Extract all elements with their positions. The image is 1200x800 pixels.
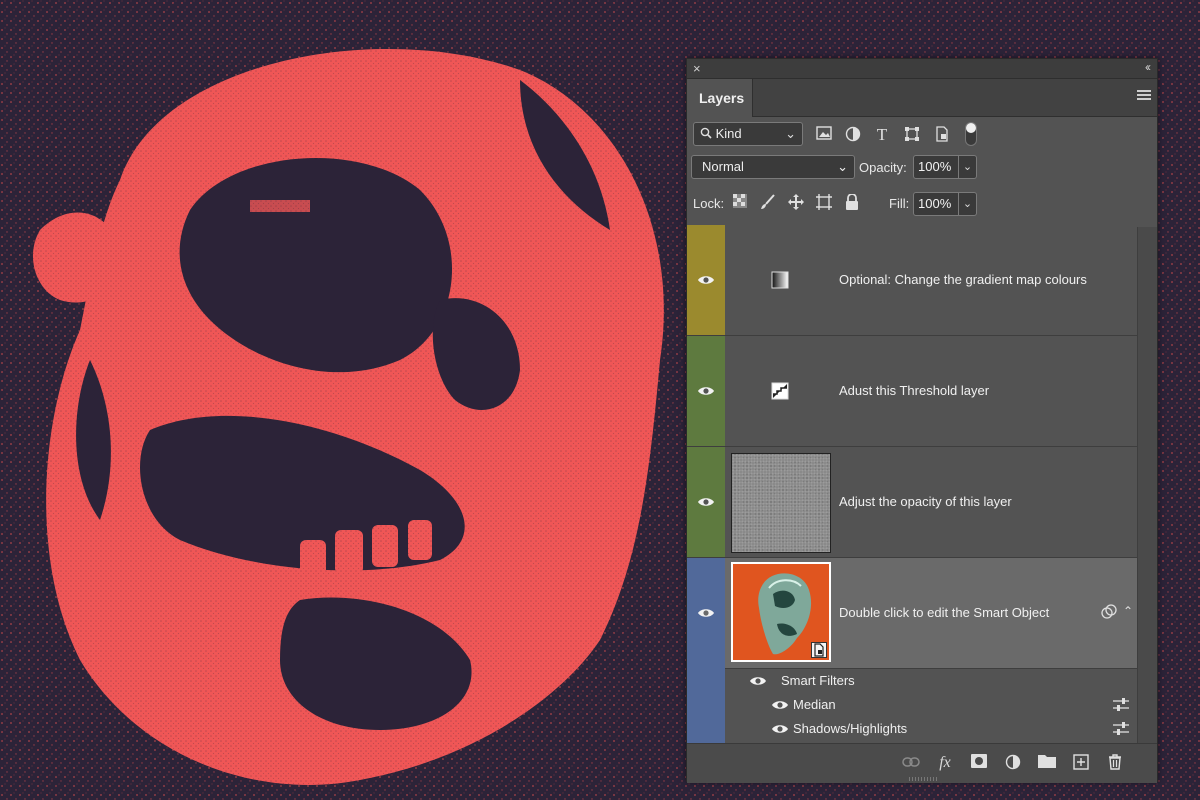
tab-layers[interactable]: Layers xyxy=(687,79,753,117)
blend-row: Normal ⌄ Opacity: 100% ⌄ xyxy=(687,155,1157,181)
fill-label: Fill: xyxy=(889,196,910,211)
layer-name: Optional: Change the gradient map colour… xyxy=(839,272,1087,287)
smart-filters-row[interactable]: Smart Filters xyxy=(725,669,1137,693)
collapse-icon[interactable]: ‹‹ xyxy=(1145,60,1151,74)
folder-icon[interactable] xyxy=(1037,754,1057,772)
lock-label: Lock: xyxy=(693,196,725,211)
visibility-eye-icon[interactable] xyxy=(697,607,715,619)
layer-noise[interactable]: Adjust the opacity of this layer xyxy=(687,447,1137,558)
smart-filter-item[interactable]: Median xyxy=(725,693,1137,717)
layer-thumbnail[interactable] xyxy=(731,453,831,553)
visibility-eye-icon[interactable] xyxy=(697,274,715,286)
blend-mode-value: Normal xyxy=(702,159,744,174)
fill-dropdown[interactable]: ⌄ xyxy=(959,192,977,216)
type-filter-icon[interactable]: T xyxy=(873,126,891,144)
fx-icon[interactable]: fx xyxy=(935,754,955,772)
trash-icon[interactable] xyxy=(1105,754,1125,772)
lock-position-icon[interactable] xyxy=(787,194,805,212)
visibility-eye-icon[interactable] xyxy=(697,496,715,508)
close-icon[interactable]: × xyxy=(693,61,701,76)
gradient-map-icon[interactable] xyxy=(771,271,789,289)
adjustment-icon[interactable] xyxy=(1003,754,1023,772)
layer-name: Adjust the opacity of this layer xyxy=(839,494,1012,509)
lock-all-icon[interactable] xyxy=(843,193,861,212)
layer-name: Adust this Threshold layer xyxy=(839,383,990,398)
chevron-up-icon[interactable]: ⌃ xyxy=(1123,604,1133,618)
opacity-input[interactable]: 100% xyxy=(913,155,959,179)
adjustment-filter-icon[interactable] xyxy=(844,126,862,144)
visibility-eye-icon[interactable] xyxy=(771,699,789,711)
lock-artboard-icon[interactable] xyxy=(815,194,833,212)
tab-bar: Layers xyxy=(687,79,1157,117)
resize-grip[interactable] xyxy=(909,777,937,781)
filter-name: Shadows/Highlights xyxy=(793,721,908,736)
shape-filter-icon[interactable] xyxy=(903,126,921,144)
layer-threshold[interactable]: Adust this Threshold layer xyxy=(687,336,1137,447)
opacity-dropdown[interactable]: ⌄ xyxy=(959,155,977,179)
filter-name: Median xyxy=(793,697,836,712)
smart-object-badge-icon xyxy=(811,642,827,658)
layer-name: Double click to edit the Smart Object xyxy=(839,605,1050,620)
filter-row: Kind ⌄ T xyxy=(687,119,1157,151)
smart-object-thumbnail[interactable] xyxy=(731,562,831,662)
filter-options-icon[interactable] xyxy=(1113,698,1129,712)
threshold-icon[interactable] xyxy=(771,382,789,400)
smart-filter-item[interactable]: Shadows/Highlights xyxy=(725,717,1137,741)
visibility-eye-icon[interactable] xyxy=(697,385,715,397)
search-icon xyxy=(700,127,712,139)
smart-filters-label: Smart Filters xyxy=(781,673,855,688)
filter-options-icon[interactable] xyxy=(1113,722,1129,736)
scrollbar[interactable] xyxy=(1137,227,1157,743)
image-filter-icon[interactable] xyxy=(815,126,833,144)
layers-toolbar: fx xyxy=(687,743,1157,783)
smart-object-filter-icon[interactable] xyxy=(933,126,951,144)
smart-filter-icon[interactable] xyxy=(1101,604,1117,620)
layer-gradient-map[interactable]: Optional: Change the gradient map colour… xyxy=(687,225,1137,336)
link-icon[interactable] xyxy=(901,754,921,772)
blend-mode-select[interactable]: Normal ⌄ xyxy=(691,155,855,179)
visibility-eye-icon[interactable] xyxy=(749,675,767,687)
lock-row: Lock: Fill: 100% ⌄ xyxy=(687,190,1157,218)
new-layer-icon[interactable] xyxy=(1071,754,1091,772)
layers-panel: × ‹‹ Layers Kind ⌄ T Normal ⌄ Opacity: 1… xyxy=(686,58,1158,783)
mask-icon[interactable] xyxy=(969,754,989,772)
chevron-down-icon: ⌄ xyxy=(837,159,848,174)
lock-transparent-icon[interactable] xyxy=(731,194,749,212)
hamburger-icon[interactable] xyxy=(1137,90,1151,104)
kind-filter-label: Kind xyxy=(715,126,742,141)
opacity-label: Opacity: xyxy=(859,160,907,175)
layer-smart-object[interactable]: Double click to edit the Smart Object xyxy=(687,558,1137,740)
panel-title-bar: × ‹‹ xyxy=(687,59,1157,79)
visibility-eye-icon[interactable] xyxy=(771,723,789,735)
kind-filter-select[interactable]: Kind ⌄ xyxy=(693,122,803,146)
chevron-down-icon: ⌄ xyxy=(785,126,796,141)
fill-input[interactable]: 100% xyxy=(913,192,959,216)
layer-color-tag xyxy=(687,669,725,743)
lock-image-icon[interactable] xyxy=(759,194,777,212)
filter-toggle[interactable] xyxy=(965,122,977,146)
